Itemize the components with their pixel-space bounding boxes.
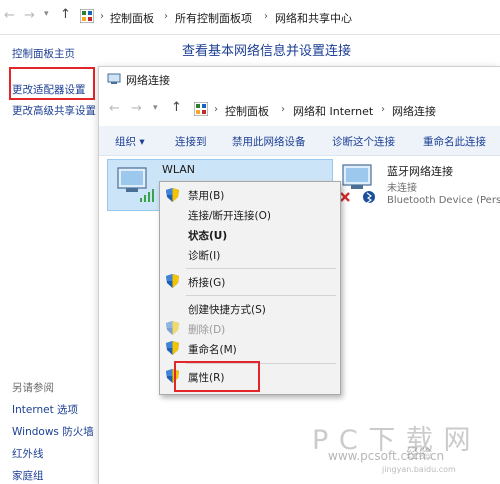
- disable-device-button[interactable]: 禁用此网络设备: [232, 134, 306, 149]
- connect-to-button[interactable]: 连接到: [175, 134, 207, 149]
- wireless-adapter-icon: [117, 167, 154, 202]
- menu-item-diagnose[interactable]: 诊断(I): [188, 248, 220, 263]
- change-sharing-settings-link[interactable]: 更改高级共享设置: [12, 103, 96, 118]
- forward-arrow-icon[interactable]: →: [24, 8, 35, 23]
- rename-connection-button[interactable]: 重命名此连接: [423, 134, 486, 149]
- control-panel-icon: [194, 102, 208, 116]
- shield-icon: [166, 341, 179, 355]
- menu-separator: [186, 268, 336, 269]
- bluetooth-status: 未连接: [387, 183, 417, 194]
- breadcrumb-separator-icon: ›: [214, 104, 218, 115]
- breadcrumb-control-panel[interactable]: 控制面板: [225, 103, 269, 119]
- control-panel-icon: [80, 9, 94, 23]
- shield-icon: [166, 274, 179, 288]
- shield-icon: [166, 188, 179, 202]
- bluetooth-device-name: Bluetooth Device (Pers: [387, 195, 500, 206]
- infrared-link[interactable]: 红外线: [12, 446, 44, 461]
- highlight-box-adapter: [9, 67, 95, 100]
- menu-item-bridge[interactable]: 桥接(G): [188, 275, 225, 290]
- back-arrow-icon[interactable]: ←: [4, 8, 15, 23]
- page-heading: 查看基本网络信息并设置连接: [182, 44, 352, 59]
- window-title: 网络连接: [126, 74, 170, 87]
- organize-button[interactable]: 组织 ▾: [115, 134, 145, 149]
- menu-item-connect-disconnect[interactable]: 连接/断开连接(O): [188, 208, 271, 223]
- menu-item-create-shortcut[interactable]: 创建快捷方式(S): [188, 302, 266, 317]
- back-arrow-icon[interactable]: ←: [109, 101, 120, 116]
- bluetooth-connection-name: 蓝牙网络连接: [387, 165, 453, 178]
- breadcrumb-separator-icon: ›: [100, 11, 104, 22]
- baidu-watermark-text: 经验: [406, 447, 433, 462]
- menu-item-delete: 删除(D): [188, 324, 226, 336]
- diagnose-connection-button[interactable]: 诊断这个连接: [332, 134, 395, 149]
- menu-item-disable[interactable]: 禁用(B): [188, 188, 224, 203]
- homegroup-link[interactable]: 家庭组: [12, 468, 44, 483]
- network-connections-icon: [107, 73, 121, 84]
- breadcrumb-control-panel[interactable]: 控制面板: [110, 10, 154, 26]
- breadcrumb-separator-icon: ›: [281, 104, 285, 115]
- recent-dropdown-icon[interactable]: ▾: [44, 9, 49, 19]
- breadcrumb-separator-icon: ›: [164, 11, 168, 22]
- outer-address-bar: ← → ▾ ↑ › 控制面板 › 所有控制面板项 › 网络和共享中心: [0, 0, 500, 35]
- breadcrumb-network-connections[interactable]: 网络连接: [392, 103, 436, 119]
- shield-icon: [166, 321, 179, 335]
- breadcrumb-all-items[interactable]: 所有控制面板项: [175, 10, 252, 26]
- internet-options-link[interactable]: Internet 选项: [12, 402, 78, 417]
- bluetooth-adapter-icon: [340, 164, 375, 204]
- forward-arrow-icon[interactable]: →: [131, 101, 142, 116]
- command-bar: 组织 ▾ 连接到 禁用此网络设备 诊断这个连接 重命名此连接: [99, 126, 500, 156]
- menu-separator: [186, 295, 336, 296]
- wlan-name: WLAN: [162, 163, 196, 176]
- breadcrumb-separator-icon: ›: [264, 11, 268, 22]
- highlight-box-properties: [174, 361, 260, 392]
- up-arrow-icon[interactable]: ↑: [60, 7, 71, 22]
- breadcrumb-network-center[interactable]: 网络和共享中心: [275, 10, 352, 26]
- windows-firewall-link[interactable]: Windows 防火墙: [12, 424, 94, 439]
- up-arrow-icon[interactable]: ↑: [171, 100, 182, 115]
- menu-item-status[interactable]: 状态(U): [188, 228, 227, 243]
- breadcrumb-network-internet[interactable]: 网络和 Internet: [293, 103, 373, 119]
- recent-dropdown-icon[interactable]: ▾: [153, 103, 158, 113]
- control-panel-home-link[interactable]: 控制面板主页: [12, 46, 75, 61]
- baidu-watermark-url: jingyan.baidu.com: [382, 465, 456, 474]
- breadcrumb-separator-icon: ›: [381, 104, 385, 115]
- see-also-heading: 另请参阅: [12, 382, 54, 394]
- menu-item-rename[interactable]: 重命名(M): [188, 342, 237, 357]
